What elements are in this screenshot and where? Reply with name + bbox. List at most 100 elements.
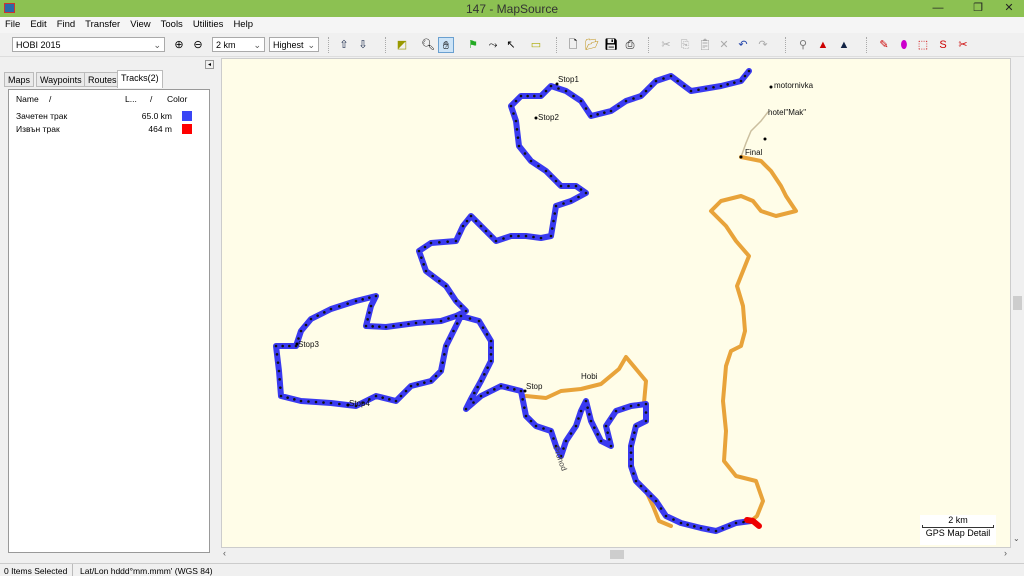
waypoint-marker[interactable]	[763, 137, 767, 141]
track-point	[274, 344, 278, 348]
column-header-name[interactable]: Name	[16, 94, 39, 104]
minimize-button[interactable]: —	[924, 0, 952, 17]
find-nearest-icon[interactable]: ▲	[815, 37, 831, 53]
cut-icon[interactable]: ✂	[658, 37, 674, 53]
track-point	[329, 307, 333, 311]
menu-utilities[interactable]: Utilities	[188, 17, 229, 33]
horizontal-scrollbar[interactable]: ‹ ›	[221, 548, 1011, 561]
track-row[interactable]: Извън трак 464 m	[16, 124, 206, 136]
route-line[interactable]	[709, 155, 798, 523]
map-view[interactable]: Stop1 Stop2 Stop3 Stop4 Stop Hobi motorn…	[221, 58, 1011, 548]
track-point	[509, 234, 513, 238]
undo-icon[interactable]: ↶	[735, 37, 751, 53]
tab-routes[interactable]: Routes	[84, 72, 121, 87]
track-point	[368, 296, 371, 299]
collapse-panel-button[interactable]: ◂	[205, 60, 214, 69]
tab-tracks[interactable]: Tracks(2)	[117, 70, 163, 88]
map-product-select[interactable]: HOBI 2015 ⌄	[12, 37, 165, 52]
vertical-scrollbar[interactable]: ⌄	[1011, 58, 1024, 548]
track-color-swatch	[182, 111, 192, 121]
waypoint-label[interactable]: motornivka	[774, 81, 813, 90]
hand-tool-icon[interactable]: ✋︎	[438, 37, 454, 53]
track-point	[476, 385, 479, 389]
track-point	[469, 397, 473, 401]
find-icon[interactable]: ⚲	[795, 37, 811, 53]
scroll-thumb[interactable]	[1013, 296, 1022, 310]
send-to-device-icon[interactable]: ⇩	[355, 37, 371, 53]
redo-icon[interactable]: ↷	[755, 37, 771, 53]
print-icon[interactable]: ⎙	[622, 37, 638, 53]
paste-icon[interactable]: 📋︎	[697, 37, 713, 53]
waypoint-label[interactable]: Final	[745, 148, 762, 157]
track-point	[399, 394, 403, 398]
track-point	[577, 195, 580, 199]
detail-select[interactable]: Highest ⌄	[269, 37, 319, 52]
waypoint-label[interactable]: Stop3	[298, 340, 319, 349]
map-canvas[interactable]	[222, 59, 1011, 548]
column-header-length[interactable]: L...	[125, 94, 137, 104]
waypoint-label[interactable]: Stop	[526, 382, 542, 391]
scroll-right-icon[interactable]: ›	[1004, 548, 1007, 558]
scroll-thumb[interactable]	[610, 550, 624, 559]
distance-tool-icon[interactable]: ▭	[528, 37, 544, 53]
menu-find[interactable]: Find	[52, 17, 80, 33]
waypoint-marker[interactable]	[769, 85, 773, 89]
track-point	[689, 89, 693, 93]
waypoint-marker[interactable]	[739, 155, 743, 159]
waypoint-tool-icon[interactable]: ⚑	[465, 37, 481, 53]
track-point	[323, 311, 326, 314]
menu-view[interactable]: View	[125, 17, 155, 33]
track-point	[686, 523, 689, 526]
track-join-icon[interactable]: S	[935, 37, 951, 53]
zoom-scale-select[interactable]: 2 km ⌄	[212, 37, 265, 52]
tracks-list: Name / L... / Color Зачетен трак 65.0 km …	[8, 89, 210, 553]
close-button[interactable]: ✕	[994, 0, 1024, 17]
menu-tools[interactable]: Tools	[156, 17, 188, 33]
track-point	[474, 219, 478, 223]
menu-file[interactable]: File	[0, 17, 25, 33]
zoom-out-icon[interactable]: ⊖	[190, 37, 206, 53]
map-tool-icon[interactable]: ◩	[394, 37, 410, 53]
track-erase-icon[interactable]: ⬮	[896, 37, 912, 53]
open-icon[interactable]: 📂︎	[584, 37, 600, 53]
track-edit-icon[interactable]: ✎	[876, 37, 892, 53]
selection-tool-icon[interactable]: ↖	[503, 37, 519, 53]
menu-help[interactable]: Help	[228, 17, 258, 33]
column-header-color[interactable]: Color	[167, 94, 187, 104]
track-point	[417, 249, 421, 253]
zoom-tool-icon[interactable]: 🔍︎	[420, 37, 436, 53]
track-line-counted[interactable]	[273, 68, 754, 534]
delete-icon[interactable]: ✕	[716, 37, 732, 53]
track-point	[517, 234, 520, 238]
waypoint-label[interactable]: Hobi	[581, 372, 597, 381]
track-line-extra[interactable]	[744, 517, 762, 529]
scroll-left-icon[interactable]: ‹	[223, 548, 226, 558]
zoom-in-icon[interactable]: ⊕	[171, 37, 187, 53]
maximize-button[interactable]: ❐	[964, 0, 992, 17]
track-point	[726, 83, 729, 86]
scroll-down-icon[interactable]: ⌄	[1013, 534, 1020, 543]
waypoint-label[interactable]: Stop1	[558, 75, 579, 84]
waypoint-label[interactable]: Stop4	[349, 399, 370, 408]
track-row[interactable]: Зачетен трак 65.0 km	[16, 111, 206, 123]
track-point	[639, 484, 643, 488]
track-point	[586, 406, 589, 409]
find-place-icon[interactable]: ▲	[836, 37, 852, 53]
new-icon[interactable]: 🗋	[565, 37, 581, 53]
receive-from-device-icon[interactable]: ⇧	[336, 37, 352, 53]
track-point	[624, 99, 628, 103]
track-point	[632, 97, 635, 100]
waypoint-label[interactable]: hotel"Mak"	[768, 108, 806, 117]
track-point	[532, 235, 535, 239]
track-point	[569, 432, 573, 435]
waypoint-label[interactable]: Stop2	[538, 113, 559, 122]
track-select-icon[interactable]: ⬚	[915, 37, 931, 53]
save-icon[interactable]: 💾︎	[603, 37, 619, 53]
copy-icon[interactable]: ⎘	[677, 37, 693, 53]
route-tool-icon[interactable]: ⤳	[485, 37, 501, 53]
menu-transfer[interactable]: Transfer	[80, 17, 125, 33]
tab-maps[interactable]: Maps	[4, 72, 35, 87]
menu-edit[interactable]: Edit	[25, 17, 51, 33]
track-divide-icon[interactable]: ✂	[955, 37, 971, 53]
tab-waypoints[interactable]: Waypoints	[36, 72, 86, 87]
